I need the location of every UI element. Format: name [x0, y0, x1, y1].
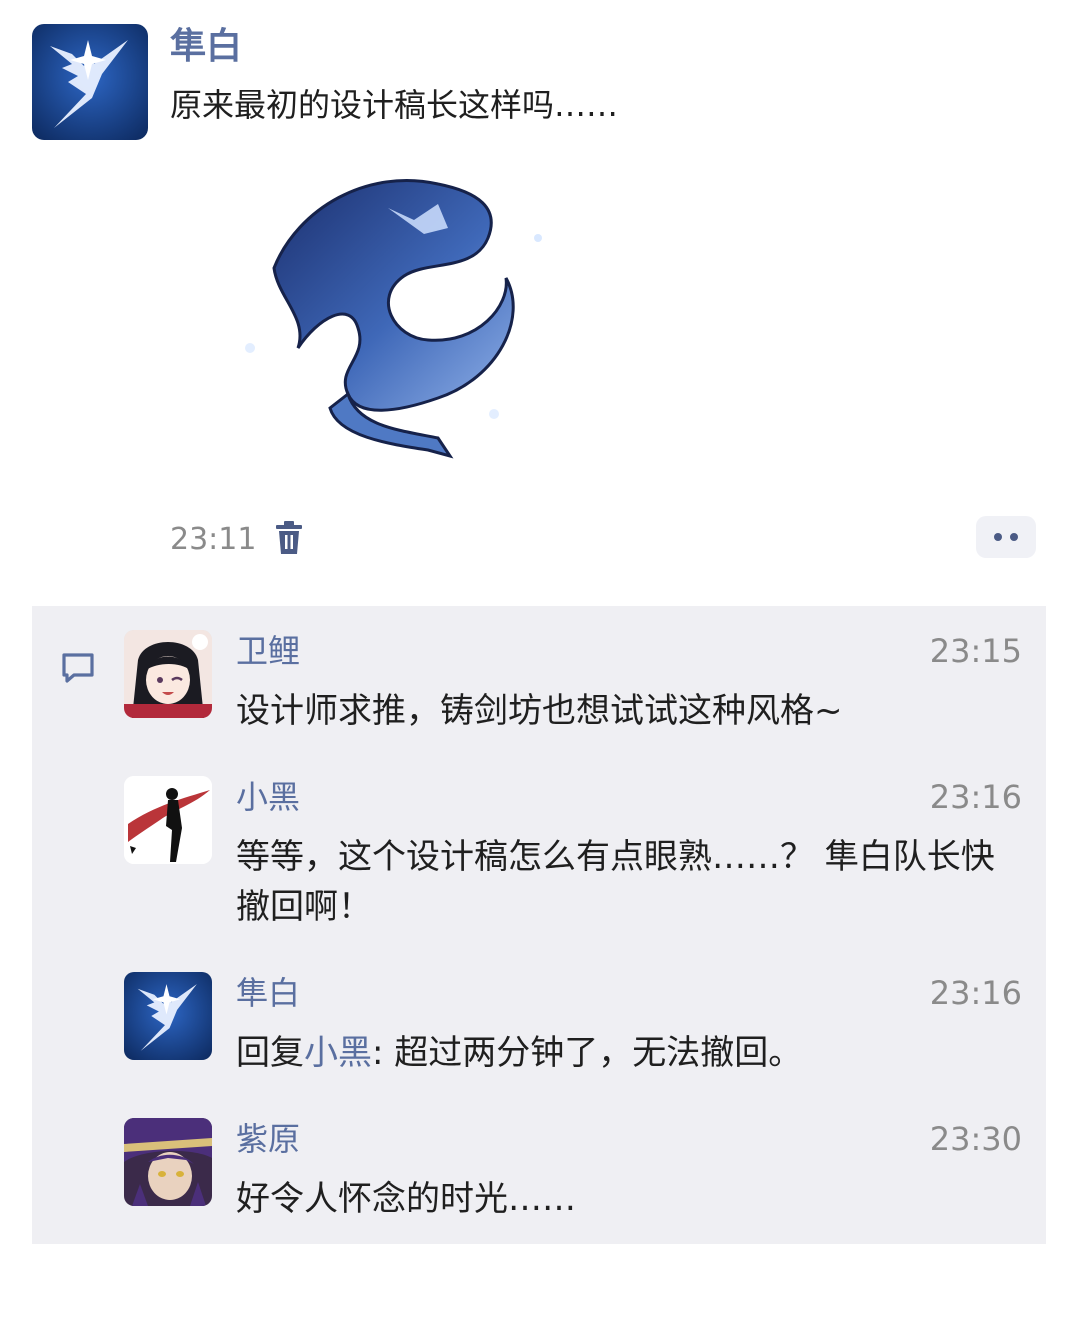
- more-options-button[interactable]: [976, 516, 1036, 558]
- comment-item: 隼白 23:16 回复小黑: 超过两分钟了，无法撤回。: [124, 972, 1024, 1092]
- comment-item: 小黑 23:16 等等，这个设计稿怎么有点眼熟……？ 隼白队长快撤回啊！: [124, 776, 1024, 946]
- comments-section: 卫鲤 23:15 设计师求推，铸剑坊也想试试这种风格~ 小黑 23:16 等等，…: [32, 606, 1046, 1244]
- comment-timestamp: 23:15: [929, 632, 1022, 670]
- trash-icon[interactable]: [274, 520, 304, 556]
- feather-star-emblem-icon: [124, 972, 212, 1060]
- post-author-name[interactable]: 隼白: [170, 24, 242, 70]
- dot-icon: [1010, 533, 1018, 541]
- dark-haired-girl-avatar-icon: [124, 630, 212, 718]
- comment-text: 等等，这个设计稿怎么有点眼熟……？ 隼白队长快撤回啊！: [236, 837, 995, 927]
- comment-timestamp: 23:16: [929, 778, 1022, 816]
- bottom-spacer: [0, 1244, 1080, 1321]
- comment-timestamp: 23:30: [929, 1120, 1022, 1158]
- commenter-name[interactable]: 小黑: [236, 778, 300, 816]
- reply-prefix: 回复: [236, 1033, 304, 1073]
- comment-text: 好令人怀念的时光……: [236, 1179, 576, 1219]
- dot-icon: [994, 533, 1002, 541]
- post: 隼白 原来最初的设计稿长这样吗…… 23:11: [0, 0, 1080, 600]
- comment-item: 卫鲤 23:15 设计师求推，铸剑坊也想试试这种风格~: [124, 630, 1024, 750]
- commenter-name[interactable]: 卫鲤: [236, 632, 300, 670]
- feather-star-emblem-icon: [32, 24, 148, 140]
- avatar[interactable]: [124, 630, 212, 718]
- comment-item: 紫原 23:30 好令人怀念的时光……: [124, 1118, 1024, 1238]
- post-image[interactable]: [238, 168, 558, 468]
- avatar[interactable]: [124, 972, 212, 1060]
- comment-timestamp: 23:16: [929, 974, 1022, 1012]
- post-text: 原来最初的设计稿长这样吗……: [170, 86, 619, 124]
- author-avatar[interactable]: [32, 24, 148, 140]
- reply-mention-link[interactable]: 小黑: [304, 1033, 372, 1073]
- comment-bubble-icon: [60, 650, 96, 686]
- blue-scarf-image-icon: [245, 179, 542, 459]
- commenter-name[interactable]: 紫原: [236, 1120, 300, 1158]
- comment-text: 设计师求推，铸剑坊也想试试这种风格~: [236, 691, 843, 731]
- commenter-name[interactable]: 隼白: [236, 974, 300, 1012]
- post-timestamp: 23:11: [170, 522, 257, 557]
- avatar[interactable]: [124, 1118, 212, 1206]
- silhouette-red-scarf-avatar-icon: [124, 776, 212, 864]
- reply-text: : 超过两分钟了，无法撤回。: [372, 1033, 803, 1073]
- purple-hair-warrior-avatar-icon: [124, 1118, 212, 1206]
- comment-text: 回复小黑: 超过两分钟了，无法撤回。: [236, 1028, 996, 1078]
- avatar[interactable]: [124, 776, 212, 864]
